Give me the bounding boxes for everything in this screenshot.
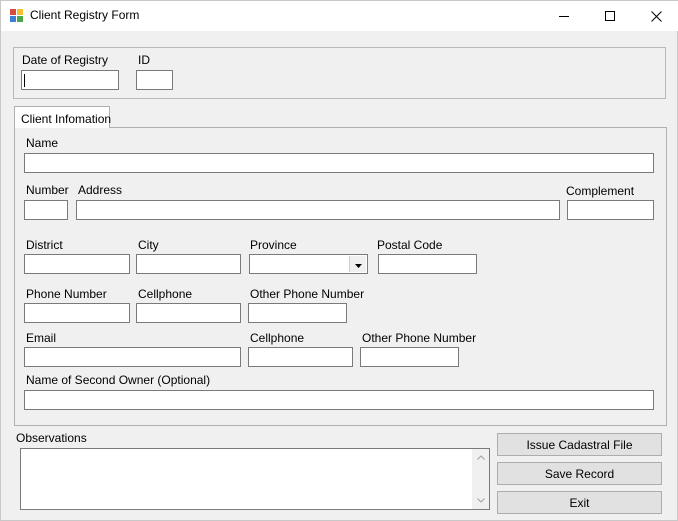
second-owner-field[interactable] xyxy=(24,390,654,410)
date-of-registry-label: Date of Registry xyxy=(22,53,109,67)
second-owner-label: Name of Second Owner (Optional) xyxy=(26,373,211,387)
province-label: Province xyxy=(250,238,297,252)
cellphone-label: Cellphone xyxy=(138,287,193,301)
client-registry-window: Client Registry Form Date of Registry ID… xyxy=(0,0,678,521)
close-button[interactable] xyxy=(633,1,678,31)
number-field[interactable] xyxy=(24,200,68,220)
other-phone-number-field[interactable] xyxy=(248,303,347,323)
phone-number-field[interactable] xyxy=(24,303,130,323)
id-label: ID xyxy=(138,53,150,67)
window-title: Client Registry Form xyxy=(30,8,140,22)
save-record-button[interactable]: Save Record xyxy=(497,462,662,485)
phone-number-label: Phone Number xyxy=(26,287,107,301)
cellphone-2-field[interactable] xyxy=(248,347,353,367)
cellphone-2-label: Cellphone xyxy=(250,331,305,345)
city-label: City xyxy=(138,238,159,252)
text-caret xyxy=(24,74,25,87)
cellphone-field[interactable] xyxy=(136,303,241,323)
minimize-icon xyxy=(559,11,569,21)
email-field[interactable] xyxy=(24,347,241,367)
close-icon xyxy=(650,10,662,22)
other-phone-number-label: Other Phone Number xyxy=(250,287,365,301)
observations-label: Observations xyxy=(16,431,87,445)
address-label: Address xyxy=(78,183,123,197)
complement-field[interactable] xyxy=(567,200,654,220)
number-label: Number xyxy=(26,183,69,197)
province-select[interactable] xyxy=(249,254,368,274)
address-field[interactable] xyxy=(76,200,560,220)
form-app-icon xyxy=(10,9,24,22)
tab-client-information[interactable]: Client Infomation xyxy=(14,106,111,128)
scroll-up-icon[interactable] xyxy=(472,449,489,466)
email-label: Email xyxy=(26,331,57,345)
observations-scrollbar[interactable] xyxy=(472,449,489,509)
postal-code-field[interactable] xyxy=(378,254,477,274)
title-bar[interactable]: Client Registry Form xyxy=(1,1,678,31)
minimize-button[interactable] xyxy=(541,1,587,31)
name-field[interactable] xyxy=(24,153,654,173)
maximize-button[interactable] xyxy=(587,1,633,31)
postal-code-label: Postal Code xyxy=(377,238,443,252)
date-of-registry-field[interactable] xyxy=(21,70,119,90)
other-phone-number-2-field[interactable] xyxy=(360,347,459,367)
maximize-icon xyxy=(605,11,615,21)
name-label: Name xyxy=(26,136,59,150)
other-phone-number-2-label: Other Phone Number xyxy=(362,331,477,345)
chevron-down-icon xyxy=(354,257,362,271)
province-dropdown-button[interactable] xyxy=(349,256,366,272)
city-field[interactable] xyxy=(136,254,241,274)
exit-button[interactable]: Exit xyxy=(497,491,662,514)
district-label: District xyxy=(26,238,63,252)
observations-textarea[interactable] xyxy=(20,448,490,510)
district-field[interactable] xyxy=(24,254,130,274)
complement-label: Complement xyxy=(566,184,635,198)
scroll-down-icon[interactable] xyxy=(472,492,489,509)
issue-cadastral-file-button[interactable]: Issue Cadastral File xyxy=(497,433,662,456)
id-field[interactable] xyxy=(136,70,173,90)
